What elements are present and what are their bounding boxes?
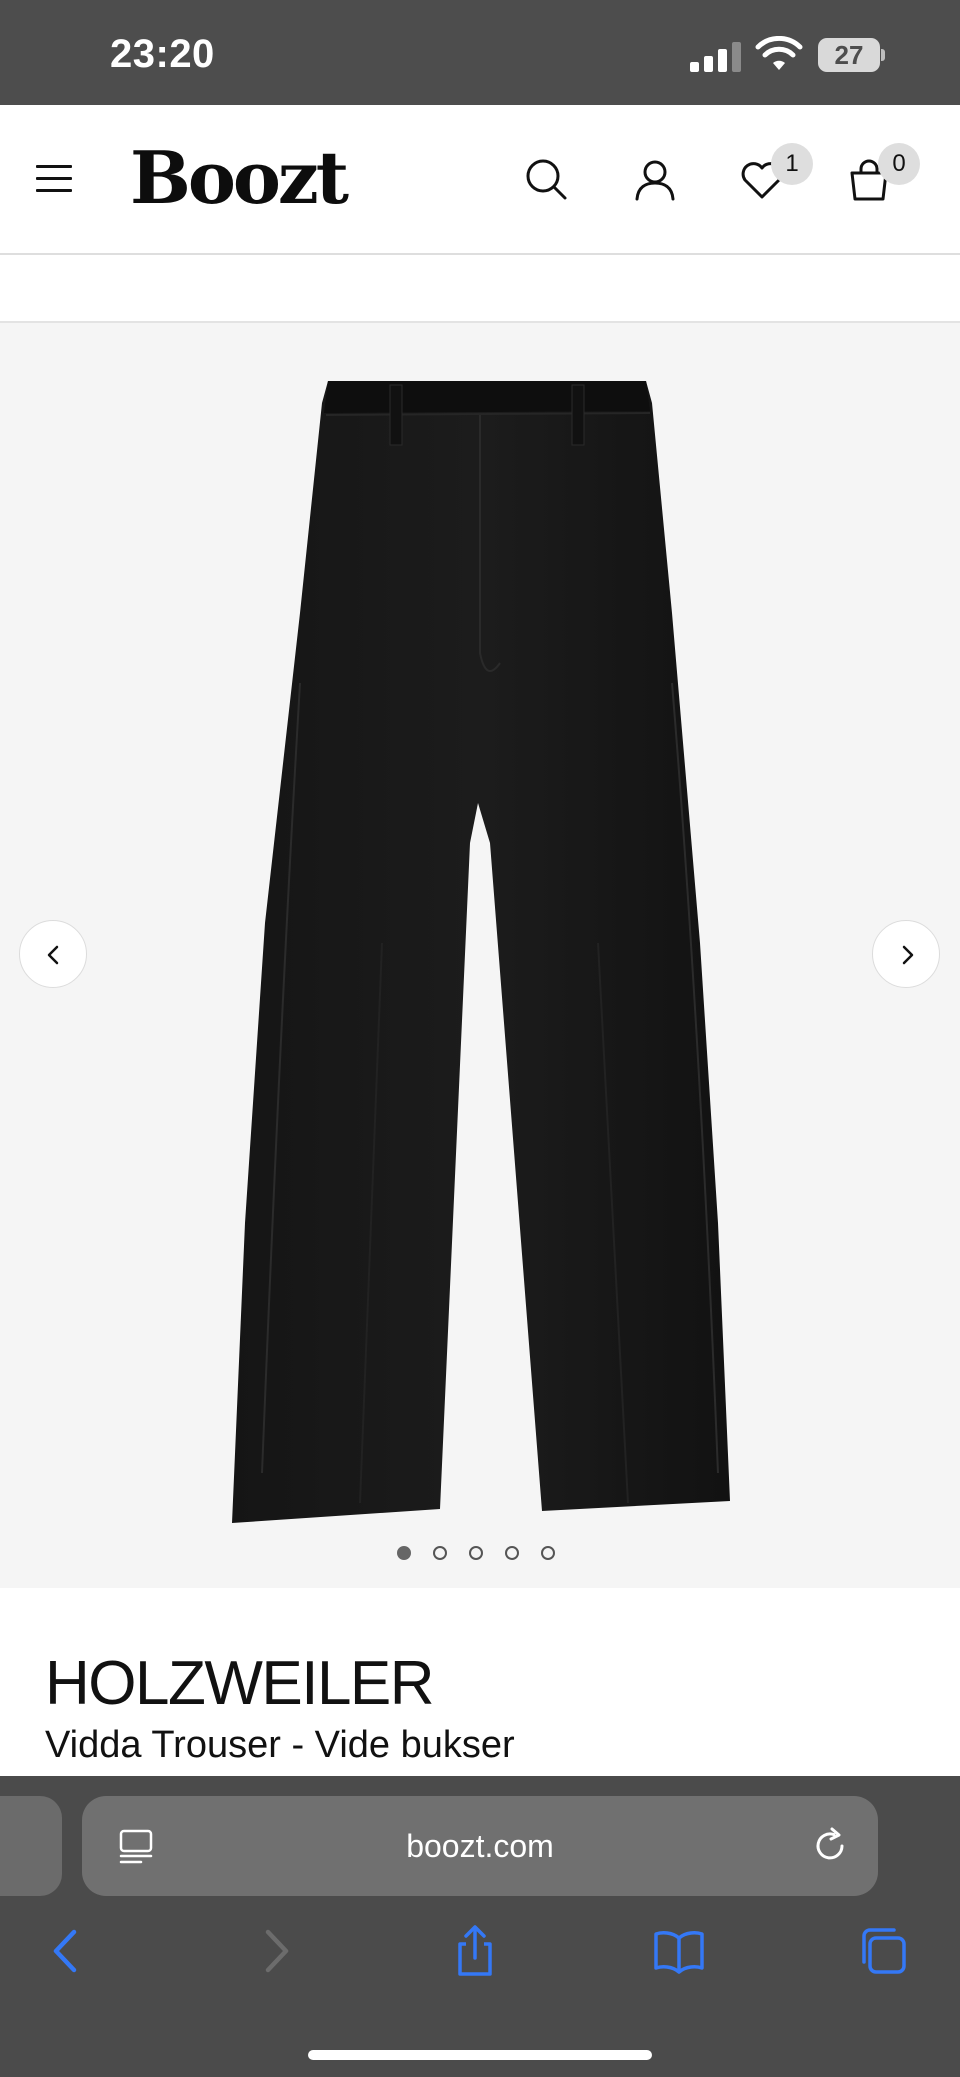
address-bar[interactable]: boozt.com	[82, 1796, 878, 1896]
share-icon[interactable]	[448, 1924, 502, 1978]
forward-icon[interactable]	[248, 1924, 302, 1978]
product-image-gallery[interactable]	[0, 323, 960, 1588]
cart-count-badge: 0	[878, 143, 920, 185]
pagination-dot[interactable]	[469, 1546, 483, 1560]
bookmarks-icon[interactable]	[652, 1924, 706, 1978]
wishlist-count-badge: 1	[771, 143, 813, 185]
hamburger-menu-icon[interactable]	[36, 165, 72, 193]
reload-icon[interactable]	[810, 1826, 850, 1866]
next-image-button[interactable]	[872, 920, 940, 988]
back-icon[interactable]	[40, 1924, 94, 1978]
tabs-icon[interactable]	[856, 1924, 910, 1978]
pagination-dot[interactable]	[541, 1546, 555, 1560]
chevron-left-icon	[47, 945, 59, 965]
site-header: Boozt 1 0	[0, 105, 960, 255]
previous-tab-preview[interactable]	[0, 1796, 62, 1896]
pagination-dot[interactable]	[433, 1546, 447, 1560]
boozt-logo[interactable]: Boozt	[130, 135, 349, 220]
cellular-signal-icon	[690, 42, 741, 72]
product-name: Vidda Trouser - Vide bukser	[45, 1724, 515, 1766]
status-bar: 23:20 27	[0, 0, 960, 105]
product-brand[interactable]: HOLZWEILER	[45, 1648, 435, 1719]
category-bar	[0, 255, 960, 323]
previous-image-button[interactable]	[19, 920, 87, 988]
pagination-dot[interactable]	[505, 1546, 519, 1560]
url-text: boozt.com	[406, 1828, 554, 1864]
chevron-right-icon	[902, 945, 914, 965]
product-info: HOLZWEILER Vidda Trouser - Vide bukser	[0, 1588, 960, 1778]
pagination-dot[interactable]	[397, 1546, 411, 1560]
home-indicator	[308, 2050, 652, 2060]
search-icon[interactable]	[522, 155, 572, 205]
wifi-icon	[755, 36, 803, 70]
product-image	[232, 381, 730, 1523]
user-icon[interactable]	[630, 155, 680, 205]
status-time: 23:20	[110, 32, 215, 76]
battery-icon: 27	[818, 38, 886, 72]
battery-level: 27	[834, 40, 864, 70]
browser-chrome: boozt.com	[0, 1776, 960, 2077]
